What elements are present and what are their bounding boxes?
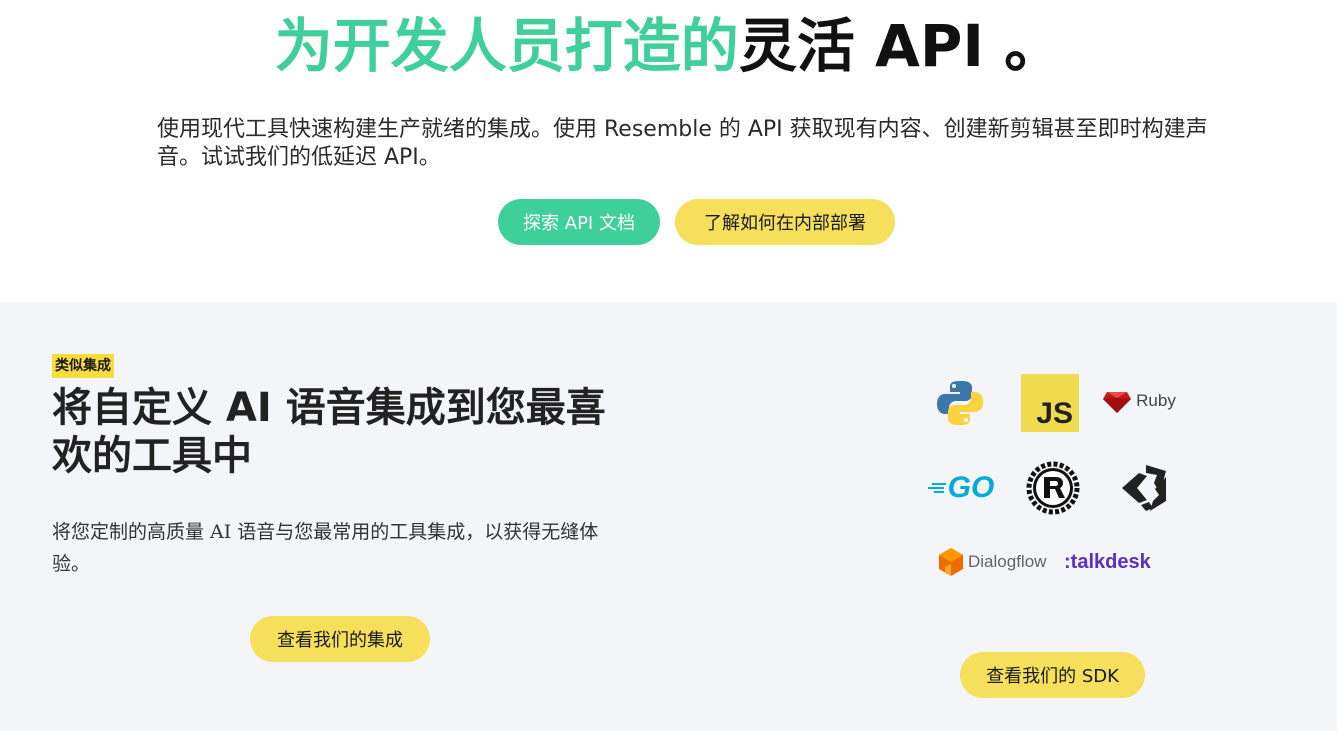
unity-logo-icon[interactable] xyxy=(1118,462,1170,514)
go-logo-label: GO xyxy=(947,471,995,504)
go-logo-icon[interactable]: GO xyxy=(926,470,996,506)
hero-title: 为开发人员打造的灵活 API 。 xyxy=(0,10,1337,82)
integrations-section: 类似集成 将自定义 AI 语音集成到您最喜欢的工具中 将您定制的高质量 AI 语… xyxy=(0,302,1337,731)
integrations-title: 将自定义 AI 语音集成到您最喜欢的工具中 xyxy=(52,385,606,479)
hero-section: 为开发人员打造的灵活 API 。 使用现代工具快速构建生产就绪的集成。使用 Re… xyxy=(0,0,1337,302)
talkdesk-logo-label: :talkdesk xyxy=(1064,550,1151,573)
ruby-logo-icon[interactable]: Ruby xyxy=(1099,386,1179,416)
hero-title-accent: 为开发人员打造的 xyxy=(274,12,739,80)
js-logo-label: JS xyxy=(1036,397,1073,430)
dialogflow-logo-label: Dialogflow xyxy=(968,552,1047,571)
dialogflow-logo-icon[interactable]: Dialogflow xyxy=(938,546,1056,578)
learn-onprem-button[interactable]: 了解如何在内部部署 xyxy=(675,199,895,245)
rust-logo-icon[interactable] xyxy=(1025,460,1081,516)
talkdesk-logo-icon[interactable]: :talkdesk xyxy=(1064,548,1176,576)
view-sdk-button[interactable]: 查看我们的 SDK xyxy=(960,652,1145,698)
hero-description: 使用现代工具快速构建生产就绪的集成。使用 Resemble 的 API 获取现有… xyxy=(157,117,1208,170)
hero-title-rest: 灵活 API 。 xyxy=(738,12,1063,80)
view-integrations-button[interactable]: 查看我们的集成 xyxy=(250,616,430,662)
javascript-logo-icon[interactable]: JS xyxy=(1021,374,1079,432)
integrations-tag: 类似集成 xyxy=(52,354,114,378)
ruby-logo-label: Ruby xyxy=(1136,391,1176,410)
explore-api-docs-button[interactable]: 探索 API 文档 xyxy=(498,199,660,245)
integrations-description: 将您定制的高质量 AI 语音与您最常用的工具集成，以获得无缝体验。 xyxy=(52,521,599,575)
python-logo-icon[interactable] xyxy=(935,378,985,428)
